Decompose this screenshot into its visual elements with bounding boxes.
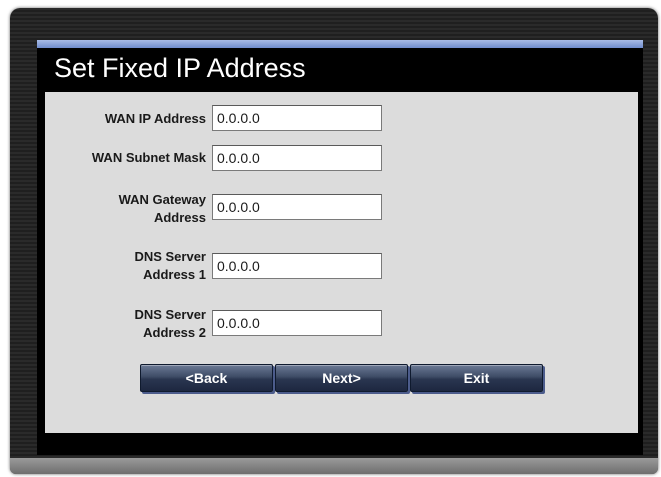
dns1-input[interactable] [212, 253, 382, 279]
wan-subnet-label-text: WAN Subnet Mask [91, 150, 206, 165]
dns2-row: DNS Server Address 2 [45, 305, 638, 349]
page-title: Set Fixed IP Address [54, 53, 306, 83]
wan-subnet-label: WAN Subnet Mask [46, 149, 206, 167]
header-accent-bar [37, 40, 643, 48]
wan-gateway-row: WAN Gateway Address [45, 190, 638, 234]
dns1-label-line1: DNS Server [134, 249, 206, 264]
wan-subnet-input[interactable] [212, 145, 382, 171]
wan-ip-label: WAN IP Address [46, 110, 206, 128]
wan-gateway-label-line2: Address [153, 210, 206, 225]
dns1-label-line2: Address 1 [143, 267, 206, 282]
dns2-label-line1: DNS Server [134, 307, 206, 322]
wan-ip-label-text: WAN IP Address [104, 111, 206, 126]
exit-button[interactable]: Exit [410, 364, 543, 392]
wan-ip-input[interactable] [212, 105, 382, 131]
wizard-buttons: <Back Next> Exit [140, 364, 550, 394]
back-button[interactable]: <Back [140, 364, 273, 392]
dns1-row: DNS Server Address 1 [45, 247, 638, 291]
dns2-label: DNS Server Address 2 [46, 306, 206, 342]
wan-gateway-input[interactable] [212, 194, 382, 220]
dns2-input[interactable] [212, 310, 382, 336]
dns1-label: DNS Server Address 1 [46, 248, 206, 284]
wan-gateway-label: WAN Gateway Address [46, 191, 206, 227]
ip-settings-form: WAN IP Address WAN Subnet Mask WAN Gatew… [45, 92, 638, 433]
wan-subnet-row: WAN Subnet Mask [45, 144, 638, 172]
wan-gateway-label-line1: WAN Gateway [118, 192, 206, 207]
next-button[interactable]: Next> [275, 364, 408, 392]
window-frame-bottom [10, 458, 658, 474]
wan-ip-row: WAN IP Address [45, 105, 638, 133]
dns2-label-line2: Address 2 [143, 325, 206, 340]
